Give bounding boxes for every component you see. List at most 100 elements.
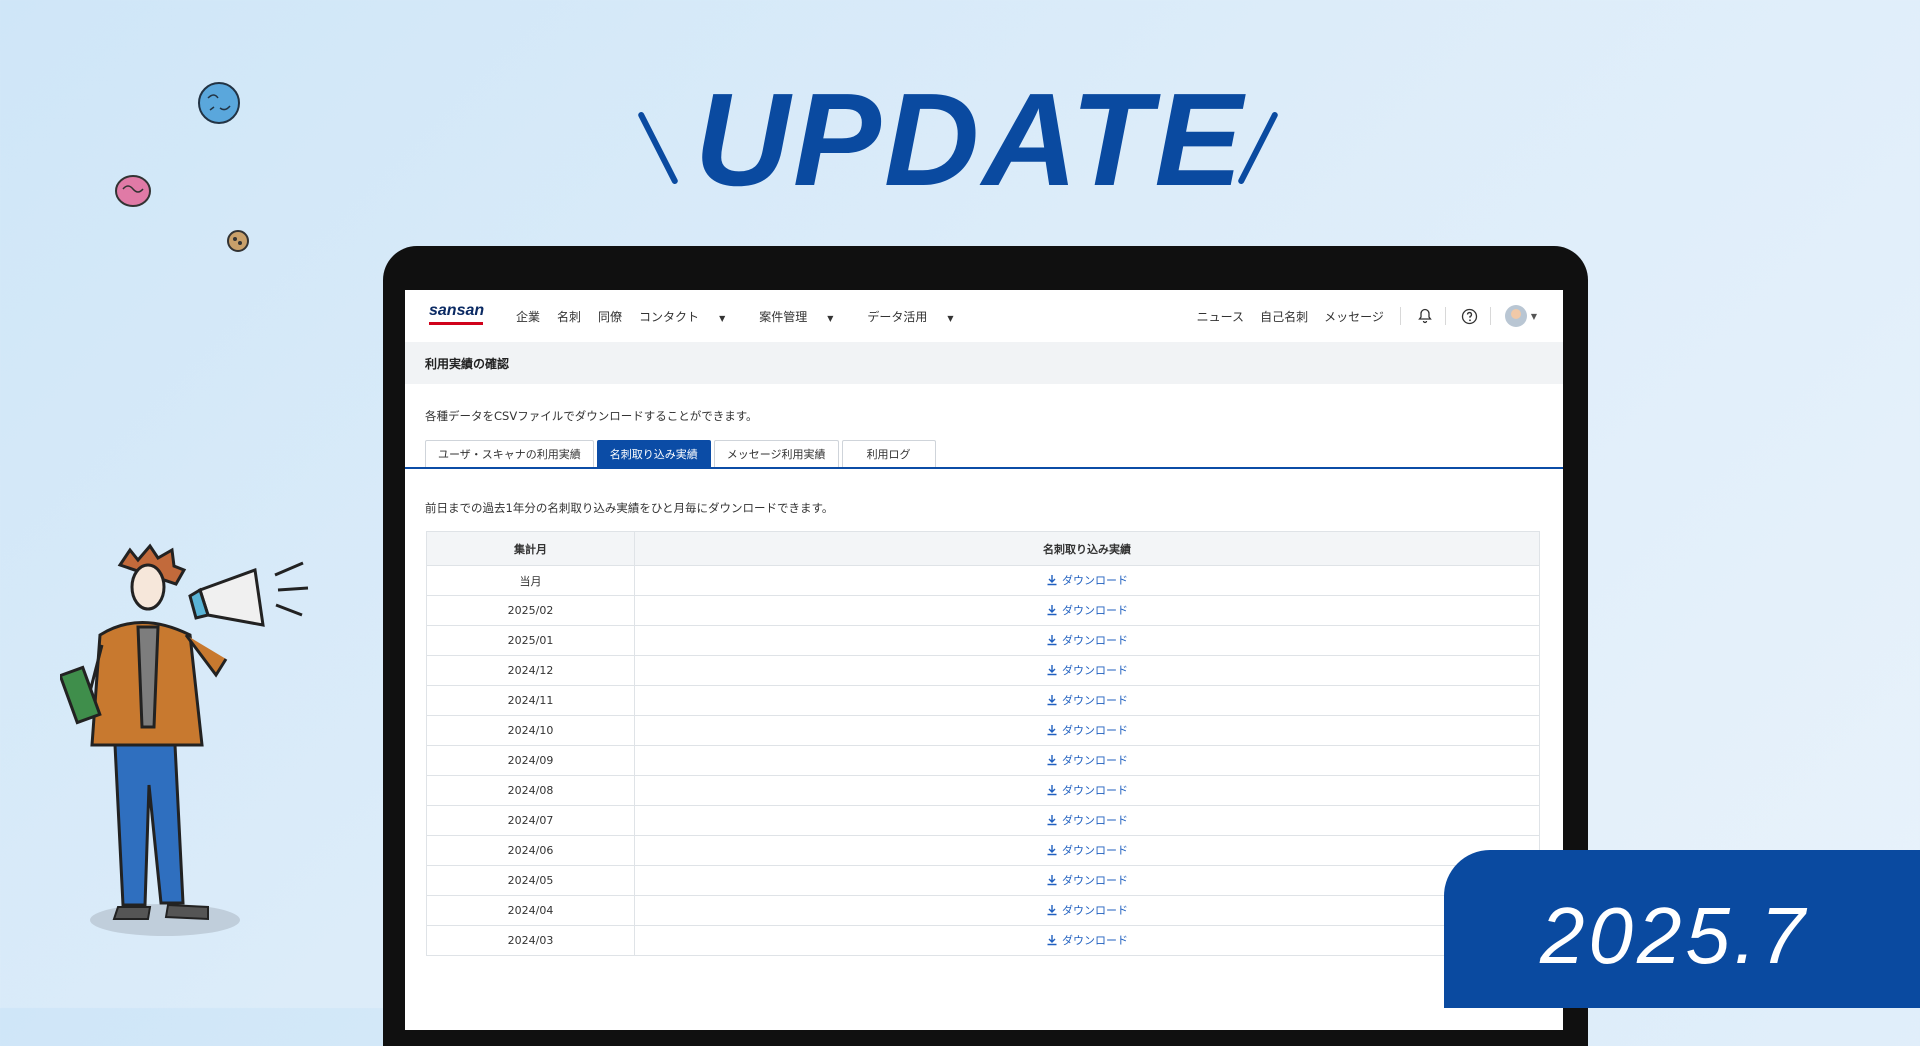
download-cell: ダウンロード (634, 595, 1540, 626)
table-row: 2024/07 ダウンロード (426, 805, 1540, 836)
month-cell: 2024/08 (426, 775, 635, 806)
month-cell: 2024/04 (426, 895, 635, 926)
table-header-row: 集計月 名刺取り込み実績 (426, 531, 1540, 566)
tab-card-import[interactable]: 名刺取り込み実績 (596, 440, 711, 468)
download-icon (1047, 905, 1057, 916)
download-label: ダウンロード (1062, 934, 1128, 947)
headline-title: UPDATE (694, 66, 1246, 213)
download-cell: ダウンロード (634, 865, 1540, 896)
main-nav: 企業 名刺 同僚 コンタクト ▼ 案件管理 ▼ データ活用 ▼ (516, 308, 988, 325)
month-cell: 当月 (426, 565, 635, 596)
page-title: 利用実績の確認 (425, 357, 510, 371)
download-label: ダウンロード (1062, 844, 1128, 857)
download-link[interactable]: ダウンロード (1046, 872, 1128, 888)
download-link[interactable]: ダウンロード (1046, 632, 1128, 648)
tab-usage-log[interactable]: 利用ログ (841, 440, 936, 468)
table-row: 2024/11 ダウンロード (426, 685, 1540, 716)
bell-icon[interactable] (1415, 306, 1435, 326)
download-icon (1047, 755, 1057, 766)
decoration-pink-circle-icon (115, 175, 151, 207)
logo-underline (429, 322, 483, 325)
nav-company[interactable]: 企業 (516, 308, 540, 325)
table-row: 2025/01 ダウンロード (426, 625, 1540, 656)
header-divider (1444, 307, 1446, 325)
download-cell: ダウンロード (634, 565, 1540, 596)
download-icon (1047, 695, 1057, 706)
download-link[interactable]: ダウンロード (1046, 902, 1128, 918)
avatar[interactable] (1504, 305, 1527, 327)
person-megaphone-illustration (60, 543, 309, 936)
nav-contact-label: コンタクト (639, 310, 700, 324)
download-icon (1047, 785, 1057, 796)
download-cell: ダウンロード (634, 655, 1540, 686)
header-divider (1399, 307, 1401, 325)
nav-messages[interactable]: メッセージ (1324, 308, 1384, 325)
header-divider (1489, 307, 1491, 325)
download-label: ダウンロード (1062, 814, 1128, 827)
nav-deal-management[interactable]: 案件管理 ▼ (759, 308, 850, 325)
download-cell: ダウンロード (634, 685, 1540, 716)
tab-message-usage[interactable]: メッセージ利用実績 (713, 440, 839, 468)
download-link[interactable]: ダウンロード (1046, 572, 1128, 588)
download-label: ダウンロード (1062, 634, 1128, 647)
nav-data-usage-label: データ活用 (867, 310, 928, 324)
download-link[interactable]: ダウンロード (1046, 842, 1128, 858)
decoration-blue-circle-icon (198, 82, 240, 124)
column-header-month: 集計月 (426, 531, 635, 566)
download-link[interactable]: ダウンロード (1046, 782, 1128, 798)
nav-my-card[interactable]: 自己名刺 (1260, 308, 1308, 325)
page-description: 各種データをCSVファイルでダウンロードすることができます。 (425, 409, 758, 423)
download-icon (1047, 665, 1057, 676)
column-header-import: 名刺取り込み実績 (634, 531, 1540, 566)
download-icon (1047, 845, 1057, 856)
nav-deal-management-label: 案件管理 (759, 310, 808, 324)
download-cell: ダウンロード (634, 775, 1540, 806)
nav-business-card[interactable]: 名刺 (557, 308, 581, 325)
nav-news[interactable]: ニュース (1197, 308, 1244, 325)
header-right: ニュース 自己名刺 メッセージ ▼ (1181, 305, 1537, 327)
chevron-down-icon[interactable]: ▼ (1531, 312, 1537, 321)
download-link[interactable]: ダウンロード (1046, 602, 1128, 618)
month-cell: 2024/03 (426, 925, 635, 956)
download-icon (1047, 935, 1057, 946)
nav-data-usage[interactable]: データ活用 ▼ (867, 308, 970, 325)
table-row: 2024/12 ダウンロード (426, 655, 1540, 686)
download-label: ダウンロード (1062, 574, 1128, 587)
download-link[interactable]: ダウンロード (1046, 752, 1128, 768)
table-row: 2024/08 ダウンロード (426, 775, 1540, 806)
download-label: ダウンロード (1062, 604, 1128, 617)
chevron-down-icon: ▼ (719, 314, 726, 323)
download-link[interactable]: ダウンロード (1046, 812, 1128, 828)
help-icon[interactable] (1460, 306, 1480, 326)
tab-list: ユーザ・スキャナの利用実績 名刺取り込み実績 メッセージ利用実績 利用ログ (425, 440, 939, 468)
app-header: sansan 企業 名刺 同僚 コンタクト ▼ 案件管理 ▼ データ活用 ▼ ニュース… (405, 290, 1563, 343)
chevron-down-icon: ▼ (827, 314, 834, 323)
download-link[interactable]: ダウンロード (1046, 692, 1128, 708)
month-cell: 2024/10 (426, 715, 635, 746)
download-label: ダウンロード (1062, 784, 1128, 797)
download-cell: ダウンロード (634, 925, 1540, 956)
download-link[interactable]: ダウンロード (1046, 722, 1128, 738)
download-icon (1047, 605, 1057, 616)
download-link[interactable]: ダウンロード (1046, 662, 1128, 678)
nav-colleague[interactable]: 同僚 (598, 308, 622, 325)
download-link[interactable]: ダウンロード (1046, 932, 1128, 948)
month-cell: 2024/11 (426, 685, 635, 716)
download-label: ダウンロード (1062, 904, 1128, 917)
download-cell: ダウンロード (634, 895, 1540, 926)
month-cell: 2025/01 (426, 625, 635, 656)
month-cell: 2024/12 (426, 655, 635, 686)
sansan-logo[interactable]: sansan (429, 302, 484, 320)
download-cell: ダウンロード (634, 805, 1540, 836)
month-cell: 2024/05 (426, 865, 635, 896)
download-label: ダウンロード (1062, 724, 1128, 737)
laptop-screen: sansan 企業 名刺 同僚 コンタクト ▼ 案件管理 ▼ データ活用 ▼ ニュース… (405, 290, 1563, 1030)
table-row: 2024/04 ダウンロード (426, 895, 1540, 926)
table-row: 当月 ダウンロード (426, 565, 1540, 596)
nav-contact[interactable]: コンタクト ▼ (639, 308, 742, 325)
download-cell: ダウンロード (634, 625, 1540, 656)
download-cell: ダウンロード (634, 835, 1540, 866)
decoration-brown-circle-icon (227, 230, 249, 252)
tab-user-scanner[interactable]: ユーザ・スキャナの利用実績 (425, 440, 594, 468)
table-row: 2024/10 ダウンロード (426, 715, 1540, 746)
